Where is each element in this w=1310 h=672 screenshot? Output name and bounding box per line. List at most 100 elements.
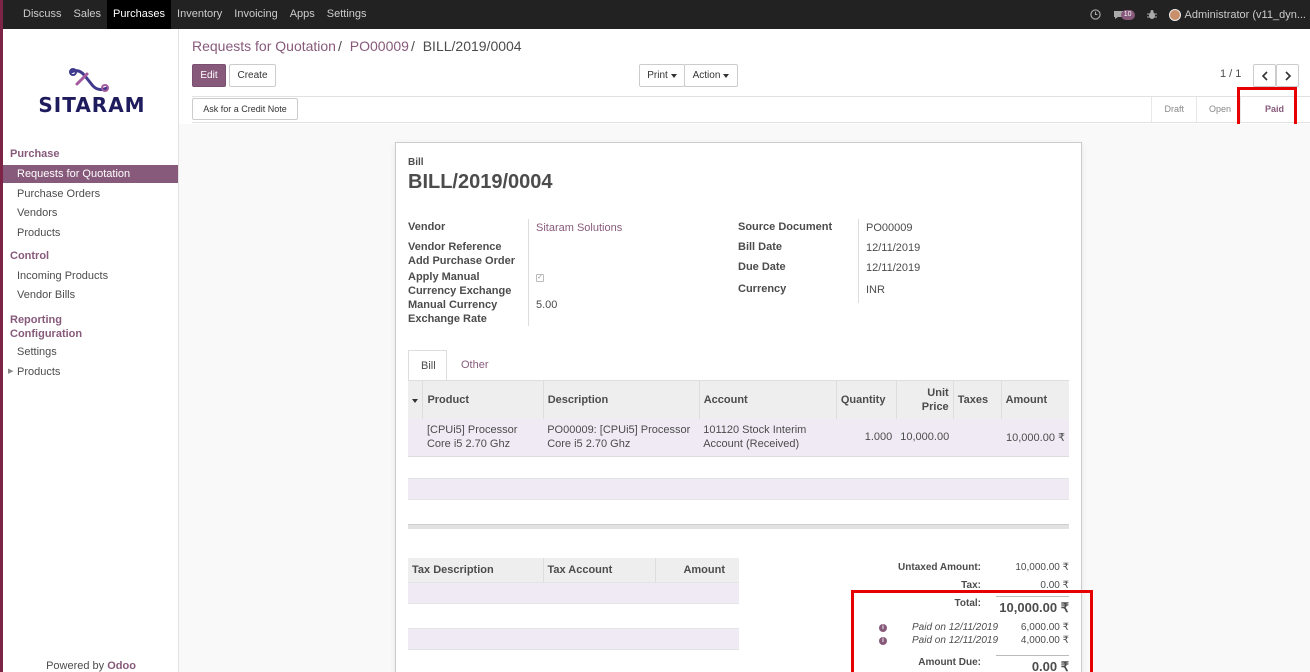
caret-right-icon: ▶ xyxy=(8,368,14,375)
form-statusbar: Ask for a Credit Note Draft Open Paid xyxy=(192,96,1310,123)
company-logo: SITARAM xyxy=(22,66,162,118)
bill-date-label: Bill Date xyxy=(738,241,783,253)
payment-amount: 6,000.00 ₹ xyxy=(1020,622,1069,633)
menu-apps[interactable]: Apps xyxy=(284,0,321,29)
action-button[interactable]: Action xyxy=(684,64,738,87)
user-name: Administrator (v11_dyn... xyxy=(1184,8,1306,21)
cell-unit-price: 10,000.00 xyxy=(896,418,954,457)
label-line: Manual Currency xyxy=(408,299,498,311)
breadcrumb-po[interactable]: PO00009 xyxy=(350,38,409,54)
total-value: 10,000.00 ₹ xyxy=(999,600,1069,615)
messages-icon[interactable]: 10 xyxy=(1113,9,1135,20)
status-step-paid[interactable]: Paid xyxy=(1239,97,1310,122)
document-number: BILL/2019/0004 xyxy=(408,171,553,193)
table-header-row: Tax Description Tax Account Amount xyxy=(408,558,739,582)
breadcrumb-rfq[interactable]: Requests for Quotation xyxy=(192,38,336,54)
total-separator xyxy=(996,596,1069,597)
powered-by-brand[interactable]: Odoo xyxy=(107,660,136,672)
sidebar-item-settings[interactable]: Settings xyxy=(3,343,178,361)
source-document-value: PO00009 xyxy=(866,222,913,234)
sidebar-section-purchase: Purchase xyxy=(10,148,60,160)
pager-next-button[interactable] xyxy=(1276,64,1299,87)
vendor-reference-label: Vendor Reference xyxy=(408,241,502,253)
column-unit-price[interactable]: Unit Price xyxy=(896,380,954,419)
user-menu[interactable]: Administrator (v11_dyn... xyxy=(1168,8,1306,21)
form-sheet: Bill BILL/2019/0004 Vendor Sitaram Solut… xyxy=(395,142,1082,672)
due-date-value: 12/11/2019 xyxy=(866,262,921,274)
payment-info-icon[interactable]: i xyxy=(879,624,887,632)
menu-discuss[interactable]: Discuss xyxy=(17,0,68,29)
sidebar-item-requests-for-quotation[interactable]: Requests for Quotation xyxy=(3,165,178,183)
menu-sales[interactable]: Sales xyxy=(68,0,108,29)
notification-badge: 10 xyxy=(1120,9,1135,20)
empty-tax-row xyxy=(408,582,739,604)
column-tax-amount[interactable]: Amount xyxy=(655,558,739,582)
tax-value: 0.00 ₹ xyxy=(1040,580,1069,591)
table-row[interactable]: [CPUi5] Processor Core i5 2.70 Ghz PO000… xyxy=(408,418,1069,457)
field-separator xyxy=(858,219,859,303)
pager-previous-button[interactable] xyxy=(1253,64,1276,87)
vendor-value[interactable]: Sitaram Solutions xyxy=(536,221,622,235)
sidebar: SITARAM Purchase Requests for Quotation … xyxy=(3,29,179,672)
tab-other-info[interactable]: Other Info xyxy=(449,350,501,401)
edit-button[interactable]: Edit xyxy=(192,64,226,87)
payment-info-icon[interactable]: i xyxy=(879,637,887,645)
table-footer-separator xyxy=(408,524,1069,529)
credit-note-button[interactable]: Ask for a Credit Note xyxy=(192,98,298,120)
currency-value: INR xyxy=(866,284,885,296)
clock-icon[interactable] xyxy=(1090,9,1101,20)
menu-inventory[interactable]: Inventory xyxy=(171,0,228,29)
due-date-label: Due Date xyxy=(738,261,786,273)
powered-by: Powered by Odoo xyxy=(3,660,179,672)
amount-due-separator xyxy=(996,655,1069,656)
column-account[interactable]: Account xyxy=(699,380,837,419)
add-purchase-order-label: Add Purchase Order xyxy=(408,255,515,267)
column-tax-account[interactable]: Tax Account xyxy=(543,558,656,582)
cell-amount: 10,000.00 ₹ xyxy=(1001,418,1069,457)
column-product[interactable]: Product xyxy=(422,380,544,419)
sidebar-section-control: Control xyxy=(10,250,50,262)
debug-bug-icon[interactable] xyxy=(1146,9,1157,20)
status-step-open[interactable]: Open xyxy=(1195,97,1240,122)
column-taxes[interactable]: Taxes xyxy=(953,380,1002,419)
source-document-label: Source Document xyxy=(738,221,833,233)
column-amount[interactable]: Amount xyxy=(1001,380,1069,419)
sort-caret-cell[interactable] xyxy=(408,380,424,419)
print-label: Print xyxy=(647,70,668,81)
cell-product: [CPUi5] Processor Core i5 2.70 Ghz xyxy=(422,418,544,457)
sidebar-item-incoming-products[interactable]: Incoming Products xyxy=(3,267,178,285)
caret-down-icon xyxy=(670,73,677,78)
chevron-left-icon xyxy=(1261,70,1268,81)
menu-invoicing[interactable]: Invoicing xyxy=(228,0,283,29)
sidebar-item-vendors[interactable]: Vendors xyxy=(3,204,178,222)
sidebar-item-products[interactable]: Products xyxy=(3,224,178,242)
total-label: Total: xyxy=(954,598,981,609)
logo-mark-icon xyxy=(69,68,109,92)
column-tax-description[interactable]: Tax Description xyxy=(408,558,544,582)
vendor-label: Vendor xyxy=(408,221,446,233)
status-step-draft[interactable]: Draft xyxy=(1151,97,1196,122)
apply-manual-currency-checkbox[interactable]: ✓ xyxy=(536,274,544,282)
sidebar-item-vendor-bills[interactable]: Vendor Bills xyxy=(3,286,178,304)
sidebar-item-purchase-orders[interactable]: Purchase Orders xyxy=(3,185,178,203)
create-button[interactable]: Create xyxy=(229,64,276,87)
breadcrumb: Requests for Quotation / PO00009/ BILL/20… xyxy=(192,38,522,54)
column-description[interactable]: Description xyxy=(543,380,700,419)
cell-account: 101120 Stock Interim Account (Received) xyxy=(699,418,837,457)
menu-settings[interactable]: Settings xyxy=(321,0,373,29)
empty-tax-row xyxy=(408,628,739,650)
tab-bill[interactable]: Bill xyxy=(408,350,447,381)
powered-by-text: Powered by xyxy=(46,660,105,672)
status-steps: Draft Open Paid xyxy=(1151,97,1310,122)
sidebar-item-config-products[interactable]: ▶ Products xyxy=(3,363,178,381)
apply-manual-currency-label: Apply Manual Currency Exchange xyxy=(408,270,511,298)
print-button[interactable]: Print xyxy=(639,64,685,87)
document-type-label: Bill xyxy=(408,157,424,168)
column-quantity[interactable]: Quantity xyxy=(836,380,897,419)
logo-text: SITARAM xyxy=(38,93,146,117)
menu-purchases[interactable]: Purchases xyxy=(107,0,172,29)
cell-quantity: 1.000 xyxy=(836,418,897,457)
breadcrumb-current: BILL/2019/0004 xyxy=(422,38,522,54)
left-accent-strip xyxy=(0,0,3,672)
row-spacer xyxy=(408,418,423,457)
